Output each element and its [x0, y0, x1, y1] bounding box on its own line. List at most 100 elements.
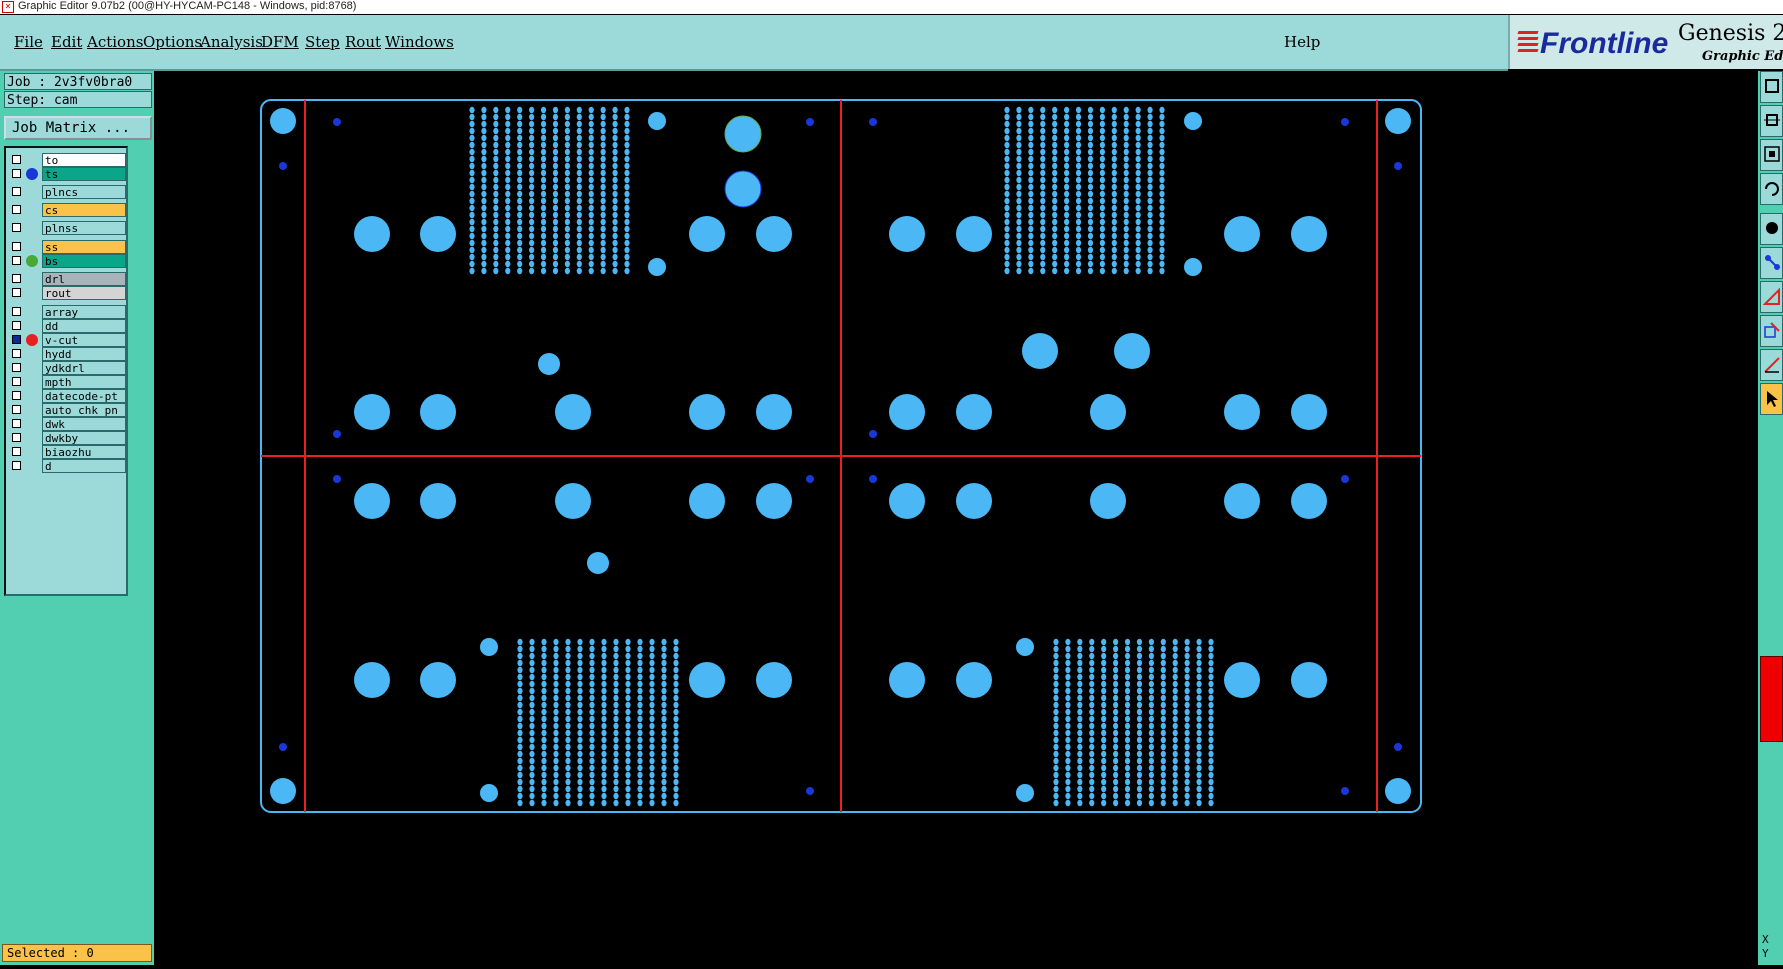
- measure-tool[interactable]: [1760, 281, 1783, 313]
- layer-checkbox[interactable]: [12, 461, 21, 470]
- layer-name[interactable]: rout: [42, 286, 126, 300]
- layer-row[interactable]: rout: [8, 286, 126, 300]
- bga-pad: [1087, 190, 1094, 198]
- layer-name[interactable]: ss: [42, 240, 126, 254]
- layer-checkbox[interactable]: [12, 321, 21, 330]
- layer-checkbox[interactable]: [12, 447, 21, 456]
- layer-row[interactable]: ts: [8, 167, 126, 181]
- menu-help[interactable]: Help: [1284, 33, 1320, 51]
- layer-row[interactable]: biaozhu: [8, 445, 126, 459]
- layer-name[interactable]: plnss: [42, 221, 126, 235]
- layer-row[interactable]: d: [8, 459, 126, 473]
- layer-checkbox[interactable]: [12, 391, 21, 400]
- layer-row[interactable]: dwk: [8, 417, 126, 431]
- layer-name[interactable]: biaozhu: [42, 445, 126, 459]
- refresh-tool[interactable]: [1760, 173, 1783, 205]
- layer-row[interactable]: datecode-pt: [8, 389, 126, 403]
- layer-checkbox[interactable]: [12, 274, 21, 283]
- select-area-tool[interactable]: [1760, 315, 1783, 347]
- layer-row[interactable]: dd: [8, 319, 126, 333]
- layer-checkbox[interactable]: [12, 223, 21, 232]
- menu-actions[interactable]: Actions: [87, 33, 143, 51]
- layer-row[interactable]: plnss: [8, 221, 126, 235]
- bga-pad: [1065, 764, 1071, 772]
- layer-name[interactable]: hydd: [42, 347, 126, 361]
- menu-analysis[interactable]: Analysis: [200, 33, 263, 51]
- layer-name[interactable]: cs: [42, 203, 126, 217]
- layer-name[interactable]: v-cut: [42, 333, 126, 347]
- layer-name[interactable]: d: [42, 459, 126, 473]
- layer-checkbox[interactable]: [12, 256, 21, 265]
- layer-row[interactable]: hydd: [8, 347, 126, 361]
- layer-row[interactable]: plncs: [8, 185, 126, 199]
- layer-checkbox[interactable]: [12, 419, 21, 428]
- layer-checkbox[interactable]: [12, 433, 21, 442]
- menu-dfm[interactable]: DFM: [261, 33, 299, 51]
- bga-pad: [552, 113, 559, 121]
- alert-indicator-button[interactable]: [1760, 656, 1783, 742]
- pointer-tool[interactable]: [1760, 383, 1783, 415]
- layer-name[interactable]: ts: [42, 167, 126, 181]
- bga-pad: [576, 232, 582, 240]
- bga-pad: [576, 225, 582, 233]
- fit-tool[interactable]: [1760, 139, 1783, 171]
- layer-row[interactable]: auto_chk_pn: [8, 403, 126, 417]
- bga-pad: [613, 778, 619, 786]
- tooling-hole: [270, 108, 296, 134]
- layer-name[interactable]: plncs: [42, 185, 126, 199]
- layer-name[interactable]: ydkdrl: [42, 361, 126, 375]
- connect-tool[interactable]: [1760, 247, 1783, 279]
- pan-tool[interactable]: [1760, 105, 1783, 137]
- bga-pad: [1089, 666, 1095, 674]
- layer-checkbox[interactable]: [12, 349, 21, 358]
- layer-name[interactable]: dwkby: [42, 431, 126, 445]
- pad: [1291, 216, 1327, 252]
- layer-checkbox[interactable]: [12, 288, 21, 297]
- layer-checkbox[interactable]: [12, 187, 21, 196]
- snap-tool[interactable]: [1760, 213, 1783, 245]
- bga-pad: [564, 120, 570, 128]
- menu-file[interactable]: File: [14, 33, 43, 51]
- graphic-canvas[interactable]: [154, 71, 1758, 965]
- layer-row[interactable]: cs: [8, 203, 126, 217]
- layer-row[interactable]: ss: [8, 240, 126, 254]
- layer-checkbox[interactable]: [12, 242, 21, 251]
- layer-name[interactable]: dwk: [42, 417, 126, 431]
- bga-pad: [1099, 155, 1105, 163]
- layer-row[interactable]: ydkdrl: [8, 361, 126, 375]
- layer-checkbox[interactable]: [12, 155, 21, 164]
- layer-name[interactable]: drl: [42, 272, 126, 286]
- layer-checkbox[interactable]: [12, 405, 21, 414]
- layer-checkbox[interactable]: [12, 363, 21, 372]
- layer-name[interactable]: array: [42, 305, 126, 319]
- layer-row[interactable]: mpth: [8, 375, 126, 389]
- job-matrix-button[interactable]: Job Matrix ...: [4, 116, 152, 140]
- layer-name[interactable]: bs: [42, 254, 126, 268]
- menu-windows[interactable]: Windows: [385, 33, 454, 51]
- zoom-home-tool[interactable]: [1760, 71, 1783, 103]
- layer-checkbox[interactable]: [12, 377, 21, 386]
- menu-options[interactable]: Options: [143, 33, 202, 51]
- layer-name[interactable]: dd: [42, 319, 126, 333]
- layer-row[interactable]: v-cut: [8, 333, 126, 347]
- layer-name[interactable]: mpth: [42, 375, 126, 389]
- menu-edit[interactable]: Edit: [51, 33, 82, 51]
- layer-checkbox[interactable]: [12, 205, 21, 214]
- bga-pad: [1124, 645, 1131, 653]
- pcb-board-view[interactable]: [154, 71, 1758, 965]
- layer-checkbox[interactable]: [12, 307, 21, 316]
- layer-row[interactable]: dwkby: [8, 431, 126, 445]
- layer-row[interactable]: drl: [8, 272, 126, 286]
- menu-step[interactable]: Step: [305, 33, 340, 51]
- layer-row[interactable]: array: [8, 305, 126, 319]
- layer-name[interactable]: auto_chk_pn: [42, 403, 126, 417]
- layer-checkbox[interactable]: [12, 335, 21, 344]
- layer-name[interactable]: to: [42, 153, 126, 167]
- bga-pad: [1147, 267, 1153, 275]
- layer-row[interactable]: to: [8, 153, 126, 167]
- line-tool[interactable]: [1760, 349, 1783, 381]
- layer-checkbox[interactable]: [12, 169, 21, 178]
- layer-row[interactable]: bs: [8, 254, 126, 268]
- layer-name[interactable]: datecode-pt: [42, 389, 126, 403]
- menu-rout[interactable]: Rout: [345, 33, 381, 51]
